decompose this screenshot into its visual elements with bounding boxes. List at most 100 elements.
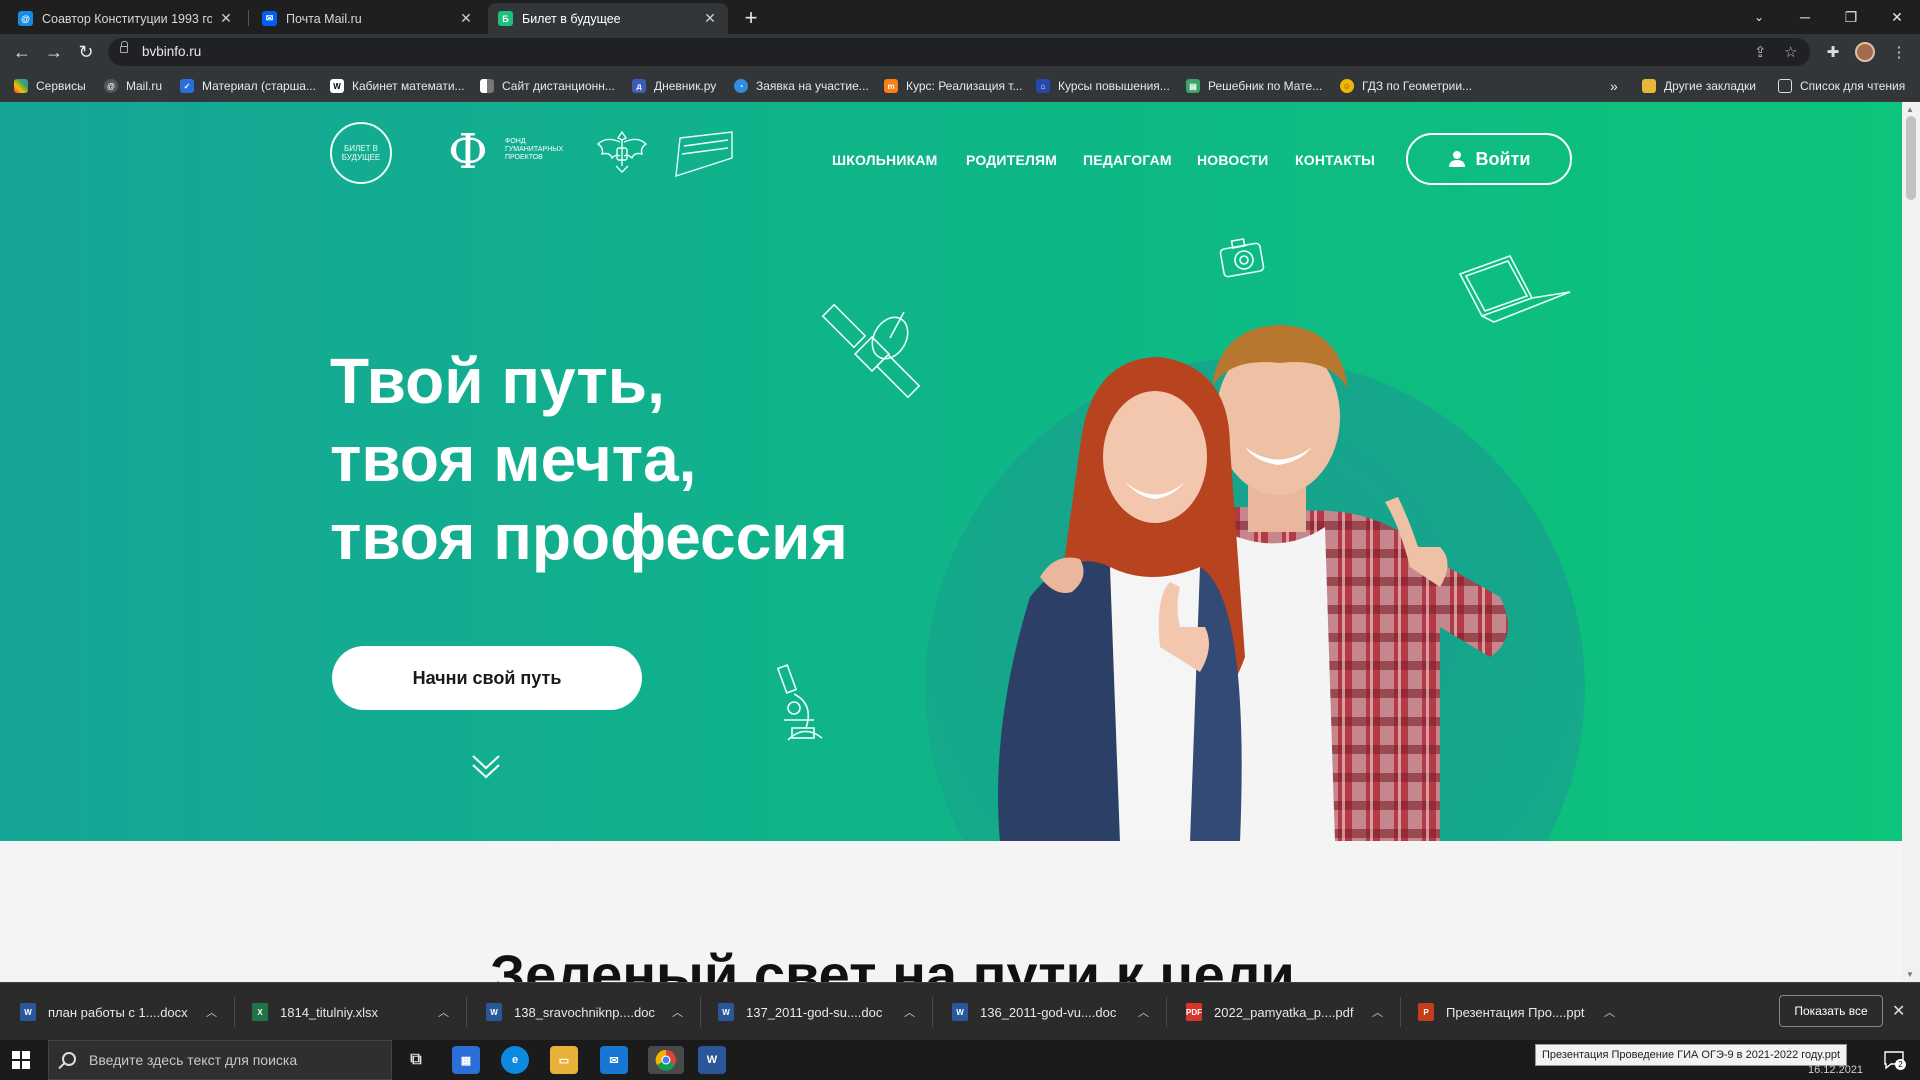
- reading-list[interactable]: Список для чтения: [1778, 77, 1905, 95]
- fond-logo-letter[interactable]: Ф: [448, 124, 488, 180]
- login-button[interactable]: Войти: [1406, 133, 1572, 185]
- edge-icon[interactable]: e: [501, 1046, 529, 1074]
- scroll-down-chevron-icon[interactable]: [470, 750, 502, 782]
- tab-strip: @ Соавтор Конституции 1993 года ✕ ✉ Почт…: [0, 0, 1920, 34]
- check-icon: ✓: [180, 79, 194, 93]
- extensions-puzzle-icon[interactable]: ✚: [1822, 41, 1844, 63]
- chevron-up-icon[interactable]: ︿: [672, 1004, 683, 1020]
- scrollbar-thumb[interactable]: [1906, 116, 1916, 200]
- chevron-up-icon[interactable]: ︿: [1604, 1004, 1615, 1020]
- page-scrollbar[interactable]: [1902, 102, 1920, 982]
- tab-bilet[interactable]: Б Билет в будущее ✕: [488, 3, 728, 34]
- smiley-icon: ☺: [1340, 79, 1354, 93]
- nav-parents[interactable]: РОДИТЕЛЯМ: [966, 152, 1057, 168]
- menu-dots-icon[interactable]: ⋮: [1888, 41, 1910, 63]
- scroll-up-icon[interactable]: ▲: [1906, 105, 1914, 114]
- download-item[interactable]: W план работы с 1....docx ︿: [20, 983, 230, 1041]
- bookmark-kursy[interactable]: ⌂ Курсы повышения...: [1036, 77, 1170, 95]
- new-tab-button[interactable]: +: [737, 4, 765, 32]
- satellite-icon: [821, 303, 921, 399]
- nav-schoolchildren[interactable]: ШКОЛЬНИКАМ: [832, 152, 938, 168]
- show-all-downloads-button[interactable]: Показать все: [1779, 995, 1883, 1027]
- notification-center-icon[interactable]: 2: [1882, 1048, 1906, 1072]
- download-item[interactable]: PDF 2022_pamyatka_p....pdf ︿: [1186, 983, 1396, 1041]
- tab-title: Билет в будущее: [522, 11, 621, 26]
- download-item[interactable]: X 1814_titulniy.xlsx ︿: [252, 983, 462, 1041]
- bookmark-distance[interactable]: Сайт дистанционн...: [480, 77, 615, 95]
- store-icon[interactable]: ▦: [452, 1046, 480, 1074]
- reload-icon[interactable]: ↻: [74, 40, 98, 64]
- bookmark-label: Материал (старша...: [202, 79, 316, 93]
- headline-line: твоя профессия: [330, 501, 848, 573]
- close-window-icon[interactable]: ✕: [1874, 0, 1920, 34]
- lock-icon: [120, 41, 128, 53]
- taskbar-date[interactable]: 16.12.2021: [1808, 1064, 1863, 1076]
- download-item[interactable]: P Презентация Про....ppt ︿: [1418, 983, 1628, 1041]
- profile-avatar[interactable]: [1855, 42, 1875, 62]
- bookmark-reshebnik[interactable]: ▤ Решебник по Мате...: [1186, 77, 1322, 95]
- chevron-up-icon[interactable]: ︿: [1372, 1004, 1383, 1020]
- close-tab-icon[interactable]: ✕: [458, 10, 474, 27]
- bookmark-kurs[interactable]: m Курс: Реализация т...: [884, 77, 1022, 95]
- bookmark-other[interactable]: Другие закладки: [1642, 77, 1756, 95]
- bookmark-label: Mail.ru: [126, 79, 163, 93]
- tab-konstitucia[interactable]: @ Соавтор Конституции 1993 года ✕: [8, 3, 244, 34]
- bookmark-star-icon[interactable]: ☆: [1784, 43, 1797, 61]
- download-name: 138_sravochniknp....doc: [514, 1004, 655, 1020]
- word-file-icon: W: [952, 1003, 968, 1021]
- notification-count: 2: [1895, 1059, 1906, 1070]
- web-page: БИЛЕТ В БУДУЩЕЕ Ф ФОНД ГУМАНИТАРНЫХ ПРОЕ…: [0, 102, 1920, 982]
- scroll-down-icon[interactable]: ▼: [1906, 970, 1914, 979]
- forward-icon[interactable]: →: [42, 40, 66, 64]
- download-item[interactable]: W 137_2011-god-su....doc ︿: [718, 983, 928, 1041]
- close-tab-icon[interactable]: ✕: [218, 10, 234, 27]
- bookmark-label: Список для чтения: [1800, 79, 1906, 93]
- bookmark-dnevnik[interactable]: д Дневник.ру: [632, 77, 716, 95]
- chevron-up-icon[interactable]: ︿: [206, 1004, 217, 1020]
- taskbar-search-input[interactable]: Введите здесь текст для поиска: [48, 1040, 392, 1080]
- word-file-icon: W: [486, 1003, 502, 1021]
- tab-separator: [248, 10, 249, 26]
- bvb-logo-icon: Б: [498, 11, 513, 26]
- bookmarks-overflow-icon[interactable]: »: [1610, 77, 1618, 95]
- word-app-icon[interactable]: W: [698, 1046, 726, 1074]
- download-separator: [234, 997, 235, 1027]
- start-path-button[interactable]: Начни свой путь: [332, 646, 642, 710]
- download-item[interactable]: W 136_2011-god-vu....doc ︿: [952, 983, 1162, 1041]
- chevron-up-icon[interactable]: ︿: [1138, 1004, 1149, 1020]
- bookmark-label: Заявка на участие...: [756, 79, 869, 93]
- tab-mail[interactable]: ✉ Почта Mail.ru ✕: [252, 3, 484, 34]
- chrome-app-icon[interactable]: [648, 1046, 684, 1074]
- nav-teachers[interactable]: ПЕДАГОГАМ: [1083, 152, 1172, 168]
- bookmark-zayavka[interactable]: ◔ Заявка на участие...: [734, 77, 869, 95]
- address-bar[interactable]: bvbinfo.ru ⇪ ☆: [108, 38, 1810, 66]
- close-tab-icon[interactable]: ✕: [702, 10, 718, 27]
- bilet-logo[interactable]: БИЛЕТ В БУДУЩЕЕ: [330, 122, 392, 184]
- mail-app-icon[interactable]: ✉: [600, 1046, 628, 1074]
- tab-search-icon[interactable]: ⌄: [1736, 0, 1782, 34]
- chrome-logo-icon: [655, 1049, 676, 1071]
- windows-start-icon[interactable]: [12, 1051, 30, 1069]
- download-item[interactable]: W 138_sravochniknp....doc ︿: [486, 983, 696, 1041]
- browser-toolbar: ← → ↻ bvbinfo.ru ⇪ ☆ ✚ ⋮: [0, 34, 1920, 70]
- nav-news[interactable]: НОВОСТИ: [1197, 152, 1268, 168]
- share-icon[interactable]: ⇪: [1754, 43, 1767, 61]
- chevron-up-icon[interactable]: ︿: [438, 1004, 449, 1020]
- restore-icon[interactable]: ❐: [1828, 0, 1874, 34]
- word-file-icon: W: [718, 1003, 734, 1021]
- bookmark-gdz[interactable]: ☺ ГДЗ по Геометрии...: [1340, 77, 1472, 95]
- file-explorer-icon[interactable]: ▭: [550, 1046, 578, 1074]
- download-name: 136_2011-god-vu....doc: [980, 1004, 1117, 1020]
- chevron-up-icon[interactable]: ︿: [904, 1004, 915, 1020]
- bookmark-mailru[interactable]: @ Mail.ru: [104, 77, 162, 95]
- bookmark-kabinet[interactable]: W Кабинет математи...: [330, 77, 465, 95]
- back-icon[interactable]: ←: [10, 40, 34, 64]
- camera-icon: [1219, 238, 1265, 278]
- nav-contacts[interactable]: КОНТАКТЫ: [1295, 152, 1375, 168]
- minimize-icon[interactable]: ─: [1782, 0, 1828, 34]
- task-view-icon[interactable]: ⧉: [402, 1046, 430, 1074]
- close-downloads-icon[interactable]: ✕: [1892, 1001, 1905, 1021]
- bookmark-services[interactable]: Сервисы: [14, 77, 86, 95]
- bookmark-material[interactable]: ✓ Материал (старша...: [180, 77, 316, 95]
- checker-icon: [480, 79, 494, 93]
